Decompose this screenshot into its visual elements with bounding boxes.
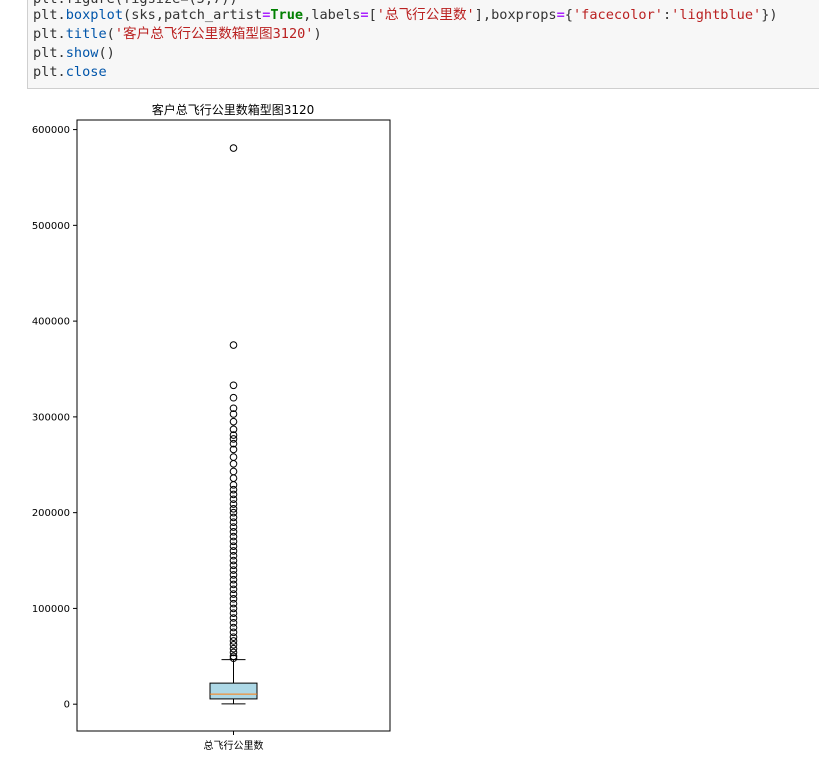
y-tick-label: 500000 bbox=[32, 221, 70, 232]
outlier-point bbox=[229, 453, 238, 461]
outlier-point bbox=[229, 474, 238, 482]
code-line-title: plt.title('客户总飞行公里数箱型图3120') bbox=[33, 26, 322, 42]
code-cell[interactable]: plt.figure(figsize=(5,7)) plt.boxplot(sk… bbox=[27, 0, 819, 89]
x-axis: 总飞行公里数 bbox=[204, 731, 264, 752]
outlier-point bbox=[229, 633, 238, 641]
outlier-point bbox=[229, 637, 238, 645]
iqr-box bbox=[209, 682, 258, 700]
x-tick-label: 总飞行公里数 bbox=[204, 739, 264, 752]
outlier-point bbox=[229, 381, 238, 390]
boxplot-chart: 客户总飞行公里数箱型图3120 0 100000 200000 300000 40000… bbox=[32, 102, 391, 752]
cell-output: 客户总飞行公里数箱型图3120 0 100000 200000 300000 40000… bbox=[0, 90, 819, 766]
code-line-show: plt.show() bbox=[33, 45, 115, 61]
y-tick-label: 100000 bbox=[32, 604, 70, 615]
chart-title: 客户总飞行公里数箱型图3120 bbox=[152, 102, 315, 117]
y-tick-label: 200000 bbox=[32, 508, 70, 519]
outlier-point bbox=[229, 417, 238, 426]
outlier-point bbox=[229, 460, 238, 468]
plot-area bbox=[209, 144, 258, 705]
axes-frame bbox=[76, 119, 391, 732]
outlier-point bbox=[229, 644, 238, 653]
y-axis: 0 100000 200000 300000 400000 500000 600000 bbox=[32, 125, 77, 711]
code-line-close: plt.close bbox=[33, 64, 107, 80]
y-tick-label: 600000 bbox=[32, 125, 70, 136]
outlier-point bbox=[229, 467, 238, 476]
outlier-point bbox=[229, 341, 238, 349]
outlier-point bbox=[229, 505, 238, 513]
y-tick-label: 300000 bbox=[32, 412, 70, 423]
outlier-point bbox=[229, 144, 238, 152]
outlier-point bbox=[229, 641, 238, 649]
outlier-point bbox=[229, 393, 238, 402]
y-tick-label: 0 bbox=[64, 700, 70, 711]
code-line-boxplot: plt.boxplot(sks,patch_artist=True,labels… bbox=[33, 7, 778, 23]
y-tick-label: 400000 bbox=[32, 317, 70, 328]
